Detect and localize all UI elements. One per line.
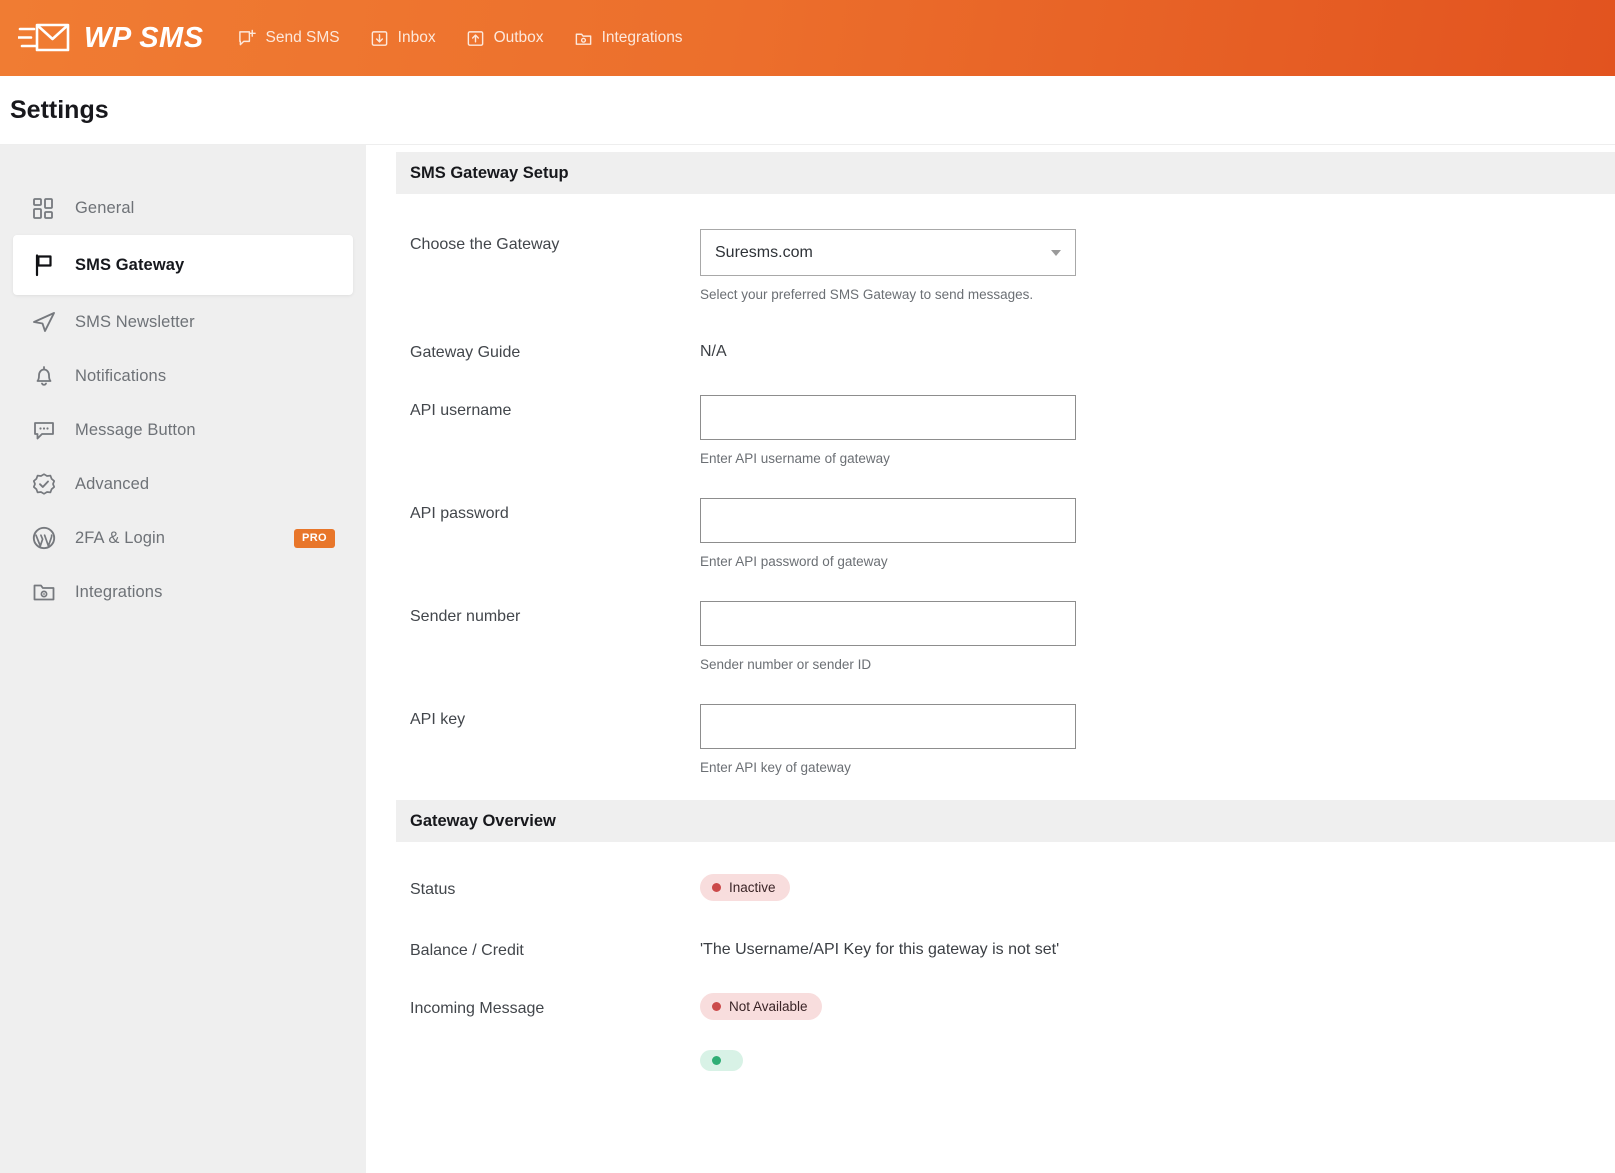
- chat-bubble-icon: [34, 422, 54, 440]
- paper-plane-icon: [33, 312, 55, 332]
- sidebar-item-integrations[interactable]: Integrations: [13, 565, 353, 619]
- badge-check-icon: [32, 473, 56, 495]
- field-hint: Enter API key of gateway: [700, 760, 851, 775]
- sender-number-input[interactable]: [700, 601, 1076, 646]
- field-row-api-key: API key Enter API key of gateway: [366, 704, 1615, 775]
- field-row-gateway-guide: Gateway Guide N/A: [366, 337, 1615, 362]
- gateway-guide-value: N/A: [700, 343, 727, 360]
- incoming-message-badge-label: Not Available: [729, 999, 808, 1014]
- topnav-send-sms[interactable]: Send SMS: [238, 29, 340, 48]
- folder-gear-icon: [575, 33, 591, 45]
- wordpress-icon: [32, 526, 56, 550]
- api-password-input[interactable]: [700, 498, 1076, 543]
- settings-sidebar: General SMS Gateway SMS Newsletter Notif…: [0, 145, 366, 1173]
- topnav-integrations[interactable]: Integrations: [574, 29, 683, 48]
- status-dot-icon: [712, 883, 721, 892]
- inbox-download-icon: [371, 30, 387, 46]
- sidebar-item-advanced[interactable]: Advanced: [13, 457, 353, 511]
- gateway-select-value: Suresms.com: [715, 243, 813, 261]
- field-label: Incoming Message: [410, 1000, 545, 1017]
- field-label: Gateway Guide: [410, 344, 521, 361]
- field-hint: Sender number or sender ID: [700, 657, 872, 672]
- field-row-status: Status Inactive: [366, 874, 1615, 901]
- sidebar-item-label: Message Button: [75, 420, 196, 439]
- status-badge: Inactive: [700, 874, 790, 901]
- field-label: API username: [410, 402, 512, 419]
- field-hint: Enter API password of gateway: [700, 554, 888, 569]
- field-label: Status: [410, 881, 456, 898]
- field-row-incoming-message: Incoming Message Not Available: [366, 993, 1615, 1020]
- sidebar-item-label: 2FA & Login: [75, 528, 166, 547]
- section-title: SMS Gateway Setup: [410, 163, 569, 182]
- flag-icon: [35, 254, 52, 277]
- top-nav-items: Send SMS Inbox Outbox Integrations: [238, 29, 683, 48]
- section-title: Gateway Overview: [410, 811, 556, 830]
- sidebar-item-label: Advanced: [75, 474, 150, 493]
- api-key-input[interactable]: [700, 704, 1076, 749]
- sidebar-item-general[interactable]: General: [13, 181, 353, 235]
- field-label: Balance / Credit: [410, 942, 524, 959]
- field-hint: Enter API username of gateway: [700, 451, 890, 466]
- sidebar-item-label: SMS Newsletter: [75, 312, 195, 331]
- sidebar-item-label: Notifications: [75, 366, 167, 385]
- api-username-input[interactable]: [700, 395, 1076, 440]
- grid-squares-icon: [33, 198, 53, 219]
- compose-message-icon: [238, 29, 256, 45]
- topnav-outbox[interactable]: Outbox: [466, 29, 544, 48]
- partial-status-badge: [700, 1050, 743, 1071]
- field-label: API password: [410, 505, 509, 522]
- sidebar-item-2fa-login[interactable]: 2FA & Login PRO: [13, 511, 353, 565]
- page-header: Settings: [0, 76, 1615, 145]
- pro-badge: PRO: [293, 528, 335, 548]
- sidebar-item-notifications[interactable]: Notifications: [13, 349, 353, 403]
- field-label: [410, 1050, 700, 1071]
- topnav-inbox[interactable]: Inbox: [370, 29, 436, 48]
- field-label: Sender number: [410, 608, 521, 625]
- field-row-balance-credit: Balance / Credit 'The Username/API Key f…: [366, 935, 1615, 960]
- envelope-send-icon: [18, 23, 70, 52]
- sidebar-item-label: Integrations: [75, 582, 163, 601]
- brand-logo[interactable]: WP SMS: [18, 20, 204, 56]
- section-header-overview: Gateway Overview: [396, 800, 1615, 842]
- topnav-label: Inbox: [397, 29, 436, 46]
- sidebar-item-label: General: [75, 198, 135, 217]
- topnav-label: Integrations: [601, 29, 683, 46]
- brand-name: WP SMS: [84, 21, 204, 54]
- folder-gear-icon: [33, 584, 55, 601]
- status-dot-icon: [712, 1002, 721, 1011]
- field-hint: Select your preferred SMS Gateway to sen…: [700, 287, 1034, 302]
- outbox-upload-icon: [467, 30, 483, 46]
- gateway-select[interactable]: Suresms.com: [700, 229, 1076, 276]
- sidebar-item-sms-newsletter[interactable]: SMS Newsletter: [13, 295, 353, 349]
- balance-credit-value: 'The Username/API Key for this gateway i…: [700, 941, 1060, 958]
- status-badge-label: Inactive: [729, 880, 776, 895]
- field-row-api-username: API username Enter API username of gatew…: [366, 395, 1615, 466]
- bell-icon: [36, 366, 52, 386]
- sidebar-item-label: SMS Gateway: [75, 255, 185, 274]
- page-title: Settings: [10, 95, 109, 124]
- section-header-setup: SMS Gateway Setup: [396, 152, 1615, 194]
- topnav-label: Outbox: [493, 29, 544, 46]
- status-dot-icon: [712, 1056, 721, 1065]
- incoming-message-badge: Not Available: [700, 993, 822, 1020]
- topnav-label: Send SMS: [265, 29, 340, 46]
- top-navigation-bar: WP SMS Send SMS Inbox Outbox Integration…: [0, 0, 1615, 76]
- field-label: API key: [410, 711, 466, 728]
- sidebar-item-sms-gateway[interactable]: SMS Gateway: [13, 235, 353, 295]
- field-row-api-password: API password Enter API password of gatew…: [366, 498, 1615, 569]
- settings-content: SMS Gateway Setup Choose the Gateway Sur…: [366, 145, 1615, 1173]
- field-label: Choose the Gateway: [410, 236, 560, 253]
- field-row-sender-number: Sender number Sender number or sender ID: [366, 601, 1615, 672]
- sidebar-item-message-button[interactable]: Message Button: [13, 403, 353, 457]
- chevron-down-icon: [1051, 249, 1061, 256]
- field-row-partial-cutoff: [366, 1050, 1615, 1071]
- page-body: General SMS Gateway SMS Newsletter Notif…: [0, 145, 1615, 1173]
- field-row-choose-gateway: Choose the Gateway Suresms.com Select yo…: [366, 229, 1615, 302]
